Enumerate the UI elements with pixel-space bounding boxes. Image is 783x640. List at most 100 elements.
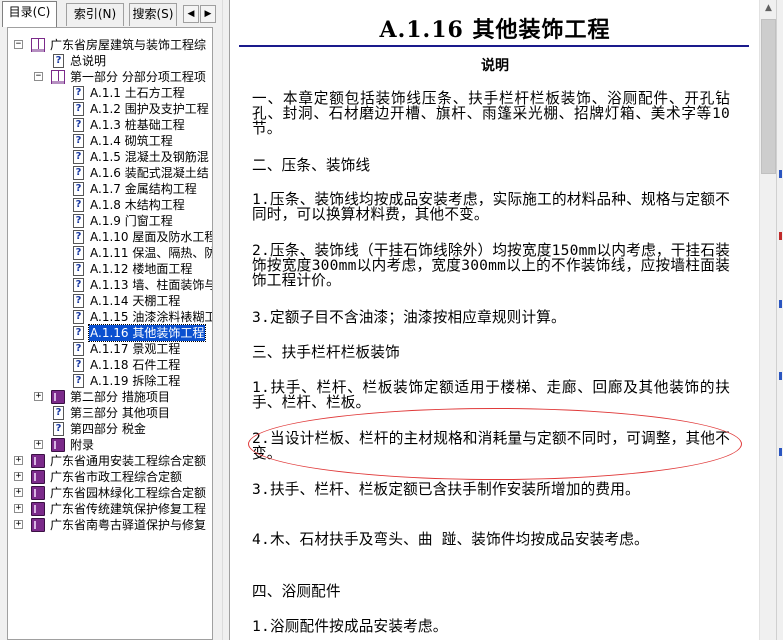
tree-item[interactable]: + 广东省通用安装工程综合定额 [8, 453, 212, 469]
tree-item[interactable]: ? A.1.6 装配式混凝土结 [8, 165, 212, 181]
tree-item-label[interactable]: 广东省通用安装工程综合定额 [49, 453, 207, 469]
tree-item[interactable]: ? A.1.5 混凝土及钢筋混 [8, 149, 212, 165]
section-heading: 说明 [481, 58, 509, 74]
tree-item[interactable]: ? A.1.12 楼地面工程 [8, 261, 212, 277]
expand-icon[interactable]: + [14, 456, 23, 465]
tab-search[interactable]: 搜索(S) [129, 3, 177, 26]
open-book-icon [31, 38, 45, 52]
help-page-icon: ? [73, 294, 84, 308]
tree-item-label[interactable]: A.1.7 金属结构工程 [89, 181, 198, 197]
tree-item-label[interactable]: A.1.18 石件工程 [89, 357, 181, 373]
tree-item-label[interactable]: 广东省南粤古驿道保护与修复 [49, 517, 207, 533]
tree-item-label[interactable]: 广东省市政工程综合定额 [49, 469, 183, 485]
tree-item[interactable]: − 广东省房屋建筑与装饰工程综 [8, 37, 212, 53]
help-page-icon: ? [73, 150, 84, 164]
tree-item[interactable]: − 第一部分 分部分项工程项 [8, 69, 212, 85]
tree-item[interactable]: + 广东省园林绿化工程综合定额 [8, 485, 212, 501]
tree-item-label[interactable]: 第四部分 税金 [69, 421, 147, 437]
tree-item[interactable]: ? 总说明 [8, 53, 212, 69]
tree-item-label[interactable]: A.1.4 砌筑工程 [89, 133, 174, 149]
tree-item-label[interactable]: 第二部分 措施项目 [69, 389, 171, 405]
book-icon [31, 518, 45, 532]
help-page-icon: ? [73, 374, 84, 388]
vertical-scrollbar[interactable]: ▲ [759, 0, 776, 640]
nav-tabs: 目录(C) 索引(N) 搜索(S) ◀ ▶ [0, 0, 222, 28]
pane-splitter[interactable] [222, 0, 229, 640]
help-page-icon: ? [73, 102, 84, 116]
tree-item-label[interactable]: A.1.10 屋面及防水工程 [89, 229, 212, 245]
tree-item[interactable]: + 广东省市政工程综合定额 [8, 469, 212, 485]
tree-item-label[interactable]: A.1.2 围护及支护工程 [89, 101, 210, 117]
tree-item-label[interactable]: A.1.6 装配式混凝土结 [89, 165, 210, 181]
edge-mark [779, 170, 782, 178]
tree-item-label[interactable]: A.1.17 景观工程 [89, 341, 181, 357]
expand-icon[interactable]: + [14, 520, 23, 529]
tree-item-label[interactable]: A.1.15 油漆涂料裱糊工 [89, 309, 212, 325]
tree-item[interactable]: ? A.1.2 围护及支护工程 [8, 101, 212, 117]
tree-item[interactable]: ? A.1.13 墙、柱面装饰与 [8, 277, 212, 293]
tree-item-label[interactable]: A.1.14 天棚工程 [89, 293, 181, 309]
tree-item-label[interactable]: A.1.12 楼地面工程 [89, 261, 193, 277]
tree-item-label[interactable]: A.1.9 门窗工程 [89, 213, 174, 229]
tree-item[interactable]: ? A.1.14 天棚工程 [8, 293, 212, 309]
tree-item-label[interactable]: 广东省传统建筑保护修复工程 [49, 501, 207, 517]
tree-item[interactable]: ? A.1.7 金属结构工程 [8, 181, 212, 197]
tree-item-label[interactable]: 附录 [69, 437, 95, 453]
open-book-icon [51, 70, 65, 84]
help-page-icon: ? [53, 422, 64, 436]
tree-item[interactable]: ? A.1.18 石件工程 [8, 357, 212, 373]
tree-item[interactable]: ? A.1.4 砌筑工程 [8, 133, 212, 149]
tree-item[interactable]: ? A.1.9 门窗工程 [8, 213, 212, 229]
tree-item-label[interactable]: A.1.19 拆除工程 [89, 373, 181, 389]
tree-item-label[interactable]: 广东省房屋建筑与装饰工程综 [49, 37, 207, 53]
tab-scroll-right-icon[interactable]: ▶ [200, 5, 216, 23]
tree-item-label[interactable]: A.1.8 木结构工程 [89, 197, 186, 213]
book-icon [51, 438, 65, 452]
contents-tree: − 广东省房屋建筑与装饰工程综? 总说明 − 第一部分 分部分项工程项? A.1.1 土石… [7, 27, 213, 640]
tree-item[interactable]: + 附录 [8, 437, 212, 453]
expand-icon[interactable]: + [14, 504, 23, 513]
tree-item[interactable]: ? A.1.8 木结构工程 [8, 197, 212, 213]
collapse-icon[interactable]: − [34, 72, 43, 81]
tab-contents[interactable]: 目录(C) [2, 1, 57, 27]
scroll-up-icon[interactable]: ▲ [760, 0, 777, 17]
tab-index[interactable]: 索引(N) [66, 3, 124, 26]
tree-item-label[interactable]: A.1.13 墙、柱面装饰与 [89, 277, 212, 293]
tree-item-label[interactable]: A.1.1 土石方工程 [89, 85, 186, 101]
expand-icon[interactable]: + [14, 472, 23, 481]
tree-item[interactable]: ? A.1.3 桩基础工程 [8, 117, 212, 133]
tab-scroll-left-icon[interactable]: ◀ [183, 5, 199, 23]
tree-item[interactable]: ? A.1.17 景观工程 [8, 341, 212, 357]
tree-item[interactable]: + 广东省传统建筑保护修复工程 [8, 501, 212, 517]
page-title: A.1.16 其他装饰工程 [379, 17, 611, 43]
tree-item[interactable]: ? A.1.10 屋面及防水工程 [8, 229, 212, 245]
expand-icon[interactable]: + [14, 488, 23, 497]
tree-item[interactable]: ? A.1.15 油漆涂料裱糊工 [8, 309, 212, 325]
tree-item-label[interactable]: 第三部分 其他项目 [69, 405, 171, 421]
tree-item-label[interactable]: 第一部分 分部分项工程项 [69, 69, 207, 85]
paragraph-railings-1: 1.扶手、栏杆、栏板装饰定额适用于楼梯、走廊、回廊及其他装饰的扶手、栏杆、栏板。 [252, 379, 730, 411]
tree-item[interactable]: + 广东省南粤古驿道保护与修复 [8, 517, 212, 533]
help-page-icon: ? [73, 310, 84, 324]
scrollbar-thumb[interactable] [761, 19, 776, 174]
expand-icon[interactable]: + [34, 392, 43, 401]
tree-item-selected[interactable]: ? A.1.16 其他装饰工程 [8, 324, 212, 342]
tree-item-label[interactable]: A.1.3 桩基础工程 [89, 117, 186, 133]
tree-item[interactable]: ? A.1.11 保温、隔热、防 [8, 245, 212, 261]
heading-trim-lines: 二、压条、装饰线 [252, 157, 371, 174]
tree-item[interactable]: ? 第三部分 其他项目 [8, 405, 212, 421]
tree-item-label[interactable]: A.1.11 保温、隔热、防 [89, 245, 212, 261]
expand-icon[interactable]: + [34, 440, 43, 449]
edge-mark [779, 300, 782, 308]
edge-mark [779, 448, 782, 456]
tree-item-label[interactable]: A.1.16 其他装饰工程 [87, 324, 207, 342]
tree-item[interactable]: ? A.1.19 拆除工程 [8, 373, 212, 389]
collapse-icon[interactable]: − [14, 40, 23, 49]
title-divider [239, 45, 749, 47]
tree-item-label[interactable]: 总说明 [69, 53, 107, 69]
tree-item[interactable]: ? A.1.1 土石方工程 [8, 85, 212, 101]
tree-item[interactable]: ? 第四部分 税金 [8, 421, 212, 437]
tree-item-label[interactable]: A.1.5 混凝土及钢筋混 [89, 149, 210, 165]
tree-item-label[interactable]: 广东省园林绿化工程综合定额 [49, 485, 207, 501]
tree-item[interactable]: + 第二部分 措施项目 [8, 389, 212, 405]
